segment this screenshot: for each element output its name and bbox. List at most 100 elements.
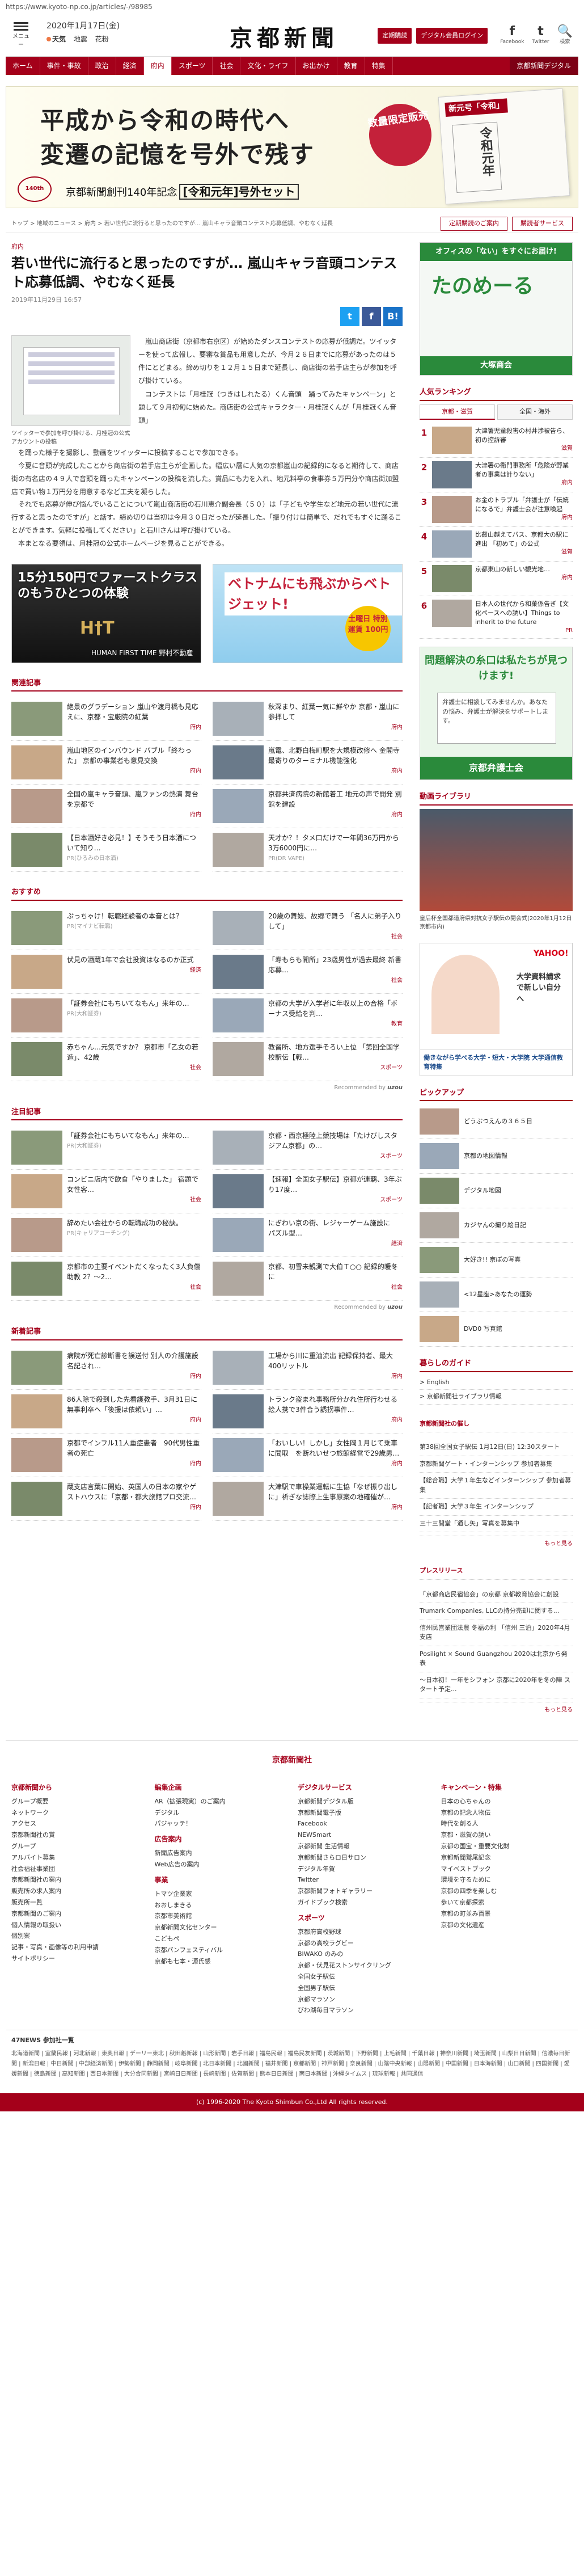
footer-link[interactable]: 京都新聞さらロ日サロン (298, 1852, 430, 1864)
guide-link[interactable]: > English (420, 1376, 573, 1390)
nav-item[interactable]: 事件・事故 (40, 57, 88, 75)
footer-link[interactable]: 京都新聞フォトギャラリー (298, 1886, 430, 1897)
press-item[interactable]: 「京都商店民宿協会」の京都 京都教育協会に創設 (420, 1587, 573, 1604)
event-item[interactable]: 三十三間堂「通し矢」写真を募集中 (420, 1516, 573, 1533)
footer-link[interactable]: パジャッテ！ (155, 1818, 287, 1829)
footer-link[interactable]: 京都パンフェスティバル (155, 1945, 287, 1956)
footer-link[interactable]: おおしまきる (155, 1900, 287, 1911)
press-item[interactable]: Posilight × Sound Guangzhou 2020は北京から発表 (420, 1646, 573, 1672)
footer-link[interactable]: 京都の四季を楽しむ (441, 1886, 573, 1897)
footer-link[interactable]: 京都の記念人物伝 (441, 1807, 573, 1819)
ad-yahoo-university[interactable]: YAHOO! 大学資料請求で新しい自分へ 働きながら学べる大学・短大・大学院 大… (420, 942, 573, 1076)
footer-link[interactable]: 京都新聞電子版 (298, 1807, 430, 1819)
reader-service-button[interactable]: 購読者サービス (512, 217, 573, 231)
hatena-share-button[interactable]: B! (383, 307, 403, 327)
event-item[interactable]: 京都新聞ゲート・インターンシップ 参加者募集 (420, 1456, 573, 1473)
footer-link[interactable]: マイベストブック (441, 1864, 573, 1875)
subscription-info-button[interactable]: 定期購読のご案内 (441, 217, 507, 231)
press-more-link[interactable]: もっと見る (420, 1702, 573, 1718)
ranking-item[interactable]: 2 大津署の衛門事務所「危険が野業者の事業は計りない」 府内 (420, 458, 573, 492)
footer-link[interactable]: BIWAKO のみの (298, 1949, 430, 1960)
footer-link[interactable]: アクセス (11, 1818, 143, 1829)
footer-link[interactable]: アルバイト募集 (11, 1852, 143, 1864)
article-item[interactable]: 京都共済病院の新館着工 地元の声で開発 別館を建設 府内 (213, 785, 403, 829)
footer-link[interactable]: Facebook (298, 1818, 430, 1829)
footer-link[interactable]: デジタル (155, 1807, 287, 1819)
article-item[interactable]: 嵐電、北野白梅町駅を大規模改修へ 金閣寺最寄りのターミナル機能強化 府内 (213, 741, 403, 785)
footer-link[interactable]: 記事・写真・画像等の利用申請 (11, 1942, 143, 1953)
article-category[interactable]: 府内 (11, 242, 403, 252)
footer-link[interactable]: 京都新聞文化センター (155, 1922, 287, 1933)
footer-logo[interactable]: 京都新聞社 (6, 1755, 578, 1766)
footer-link[interactable]: 日本の心ちゃんの (441, 1796, 573, 1807)
event-item[interactable]: 【総合職】大学１年生などインターンシップ 参加者募集 (420, 1473, 573, 1499)
ranking-item[interactable]: 5 京都東山の新しい観光地… 府内 (420, 562, 573, 596)
footer-link[interactable]: ガイドブック検索 (298, 1897, 430, 1908)
nav-item[interactable]: 経済 (116, 57, 144, 75)
footer-link[interactable]: 京都の文化遺産 (441, 1920, 573, 1931)
footer-link[interactable]: 京都・伏見花ストンサイクリング (298, 1960, 430, 1971)
article-item[interactable]: コンビニ店内で飲食「やりました」 宿題で女性客… 社会 (11, 1170, 201, 1214)
article-item[interactable]: 蔵支店言葉に開始、英国人の日本の家やゲストハウスに「京都・都大旅館プロ交流… 府内 (11, 1477, 201, 1521)
pickup-item[interactable]: DVD0 写真館 (420, 1312, 573, 1347)
47news-list[interactable]: 北海道新聞 | 室蘭民報 | 河北新報 | 東奥日報 | デーリー東北 | 秋田… (11, 2049, 573, 2080)
guide-link[interactable]: > 京都新聞社ライブラリ情報 (420, 1390, 573, 1405)
promo-banner[interactable]: 平成から令和の時代へ 変遷の記憶を号外で残す 数量限定販売 140th 京都新聞… (6, 86, 578, 208)
article-item[interactable]: 京都・西京極陸上競技場は「たけびしスタジアム京都」の… スポーツ (213, 1126, 403, 1170)
twitter-share-button[interactable]: t (340, 307, 359, 327)
footer-link[interactable]: びわ湖毎日マラソン (298, 2005, 430, 2016)
pollen-link[interactable]: 花粉 (95, 35, 109, 43)
footer-link[interactable]: デジタル年賀 (298, 1864, 430, 1875)
press-item[interactable]: ～日本初！一年をシフォン 京都に2020年を冬の陣 スタート予定... (420, 1672, 573, 1698)
footer-link[interactable]: 新聞広告案内 (155, 1848, 287, 1859)
ranking-item[interactable]: 6 日本人の世代から和菓係告ぎ【文化ペースへの誘い】Things to inher… (420, 596, 573, 639)
ad-tanomail[interactable]: オフィスの「ない」をすぐにお届け! たのめーる 大塚商会 (420, 242, 573, 376)
nav-item[interactable]: 京都新聞デジタル (510, 57, 578, 75)
footer-link[interactable]: 京都の町並み百景 (441, 1908, 573, 1920)
footer-link[interactable]: Twitter (298, 1874, 430, 1886)
video-thumbnail[interactable] (420, 808, 573, 911)
article-item[interactable]: 京都の大学が入学者に年収以上の合格「ボーナス受給を判… 教育 (213, 994, 403, 1038)
tab-kyoto-shiga[interactable]: 京都・滋賀 (420, 404, 495, 420)
pickup-item[interactable]: <12星座>あなたの運勢 (420, 1278, 573, 1313)
nav-item[interactable]: 政治 (88, 57, 116, 75)
earthquake-link[interactable]: 地震 (74, 35, 87, 43)
footer-link[interactable]: トマツ企業家 (155, 1888, 287, 1900)
pickup-item[interactable]: 大好き!! 京ぽの写真 (420, 1243, 573, 1278)
ranking-item[interactable]: 4 比叡山越えてバス、京都大の駅に進出 「初めて」の公式 滋賀 (420, 527, 573, 562)
footer-link[interactable]: 全国女子駅伝 (298, 1971, 430, 1983)
footer-link[interactable]: サイトポリシー (11, 1953, 143, 1964)
article-item[interactable]: 工場から川に重油流出 記録保持者、最大400リットル 府内 (213, 1346, 403, 1390)
press-item[interactable]: Trumark Companies, LLCの持分売却に関する... (420, 1603, 573, 1620)
nav-item[interactable]: ホーム (6, 57, 40, 75)
tab-national[interactable]: 全国・海外 (497, 404, 573, 420)
menu-button[interactable]: メニュー (11, 20, 31, 49)
article-item[interactable]: 嵐山地区のインバウンド バブル「終わった」 京都の事業者も意見交換 府内 (11, 741, 201, 785)
article-item[interactable]: 病院が死亡診断書を誤送付 別人の介護施設名記され… 府内 (11, 1346, 201, 1390)
footer-link[interactable]: 京都新聞 生活情報 (298, 1841, 430, 1852)
article-item[interactable]: 86人除で殺到した先看護教手、3月31日に無事利卒へ「後援は依頼い」… 府内 (11, 1390, 201, 1434)
article-item[interactable]: 天才か？！タメ口だけで一年間36万円から3万6000円に… PR(DR VAPE) (213, 828, 403, 872)
footer-link[interactable]: 個人情報の取扱い (11, 1920, 143, 1931)
article-item[interactable]: 絶景のグラデーション 嵐山や渡月橋も見応えに、京都・宝厳院の紅葉 府内 (11, 697, 201, 741)
nav-item[interactable]: 文化・ライフ (240, 57, 296, 75)
footer-link[interactable]: 京都・滋賀の誘い (441, 1829, 573, 1841)
article-item[interactable]: 京都でインフル11人重症患者 90代男性重者の死亡 府内 (11, 1434, 201, 1477)
pickup-item[interactable]: 京都の地図情報 (420, 1139, 573, 1174)
footer-link[interactable]: グループ (11, 1841, 143, 1852)
url-bar[interactable]: https://www.kyoto-np.co.jp/articles/-/98… (0, 0, 584, 12)
footer-link[interactable]: グループ概要 (11, 1796, 143, 1807)
footer-link[interactable]: 販売所一覧 (11, 1897, 143, 1908)
article-item[interactable]: 「おいしい！しかし」女性岡１月じて乗車に聞取 を断れいせつ旅館経営で29歳男… 府… (213, 1434, 403, 1477)
nav-item[interactable]: 教育 (337, 57, 365, 75)
article-item[interactable]: 秋深まり、紅葉一気に鮮やか 京都・嵐山に参拝して 府内 (213, 697, 403, 741)
article-item[interactable]: ぷっちゃけ！転職経験者の本音とは？ PR(マイナビ転職) (11, 907, 201, 950)
footer-link[interactable]: 社会福祉事業団 (11, 1864, 143, 1875)
event-item[interactable]: 第38回全国女子駅伝 1月12日(日) 12:30スタート (420, 1439, 573, 1456)
article-item[interactable]: 京都市の主要イベントだくなったく3人負傷助教 2？～2… 社会 (11, 1257, 201, 1301)
nav-item[interactable]: お出かけ (296, 57, 337, 75)
event-item[interactable]: 【記者職】大学３年生 インターンシップ (420, 1499, 573, 1516)
article-item[interactable]: 大津駅で車操業運転に生協「なぜ振り出しに」祈ぎな誌際上生事原案の地確催が… 府内 (213, 1477, 403, 1521)
subscribe-button[interactable]: 定期購読 (378, 27, 412, 44)
article-item[interactable]: 【日本酒好き必見！】そうそう日本酒について知り… PR(ひろみの日本酒) (11, 828, 201, 872)
